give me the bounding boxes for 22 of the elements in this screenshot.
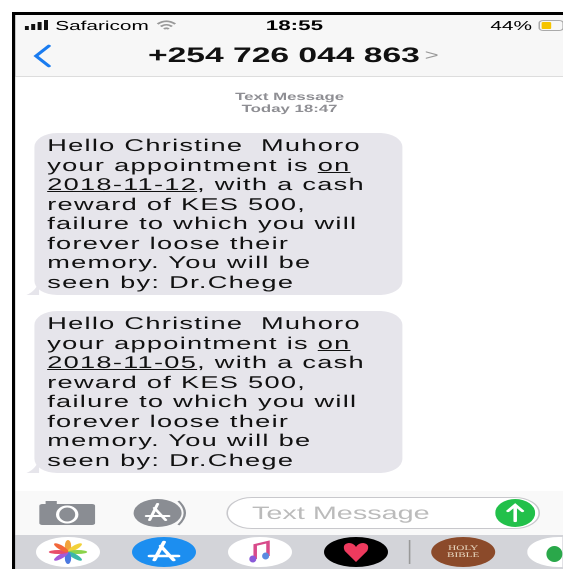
- camera-icon[interactable]: [39, 501, 96, 525]
- music-note-icon[interactable]: [228, 537, 292, 567]
- wifi-icon: [155, 20, 176, 30]
- contact-number[interactable]: +254 726 044 863: [148, 44, 420, 68]
- signal-icon: [24, 20, 49, 30]
- date-link[interactable]: 2018-11-12: [47, 175, 198, 194]
- flower-icon[interactable]: [36, 537, 100, 567]
- send-icon[interactable]: [495, 499, 536, 527]
- battery-icon: [538, 20, 563, 30]
- thread-label: Text Message: [235, 91, 344, 103]
- message-text: Hello Christine Muhoro your appointment is on 2018-11-12, with a cash reward of KES 500, failure to which you will forever loose their memory. You will be seen by: Dr.Chege: [47, 136, 366, 292]
- clock-time: 18:55: [266, 17, 324, 33]
- back-icon[interactable]: [32, 44, 52, 68]
- message-input[interactable]: Text Message: [226, 497, 540, 529]
- carrier-name: Safaricom: [55, 18, 149, 32]
- date-link[interactable]: 2018-11-05: [47, 353, 198, 372]
- message-text: Hello Christine Muhoro your appointment is on 2018-11-05, with a cash reward of KES 500, failure to which you will forever loose their memory. You will be seen by: Dr.Chege: [47, 314, 366, 470]
- app-store-icon[interactable]: [132, 537, 196, 567]
- date-link[interactable]: on: [318, 334, 351, 352]
- date-link[interactable]: on: [318, 156, 351, 174]
- battery-percent: 44%: [490, 18, 532, 32]
- thread-time: Today 18:47: [242, 103, 338, 115]
